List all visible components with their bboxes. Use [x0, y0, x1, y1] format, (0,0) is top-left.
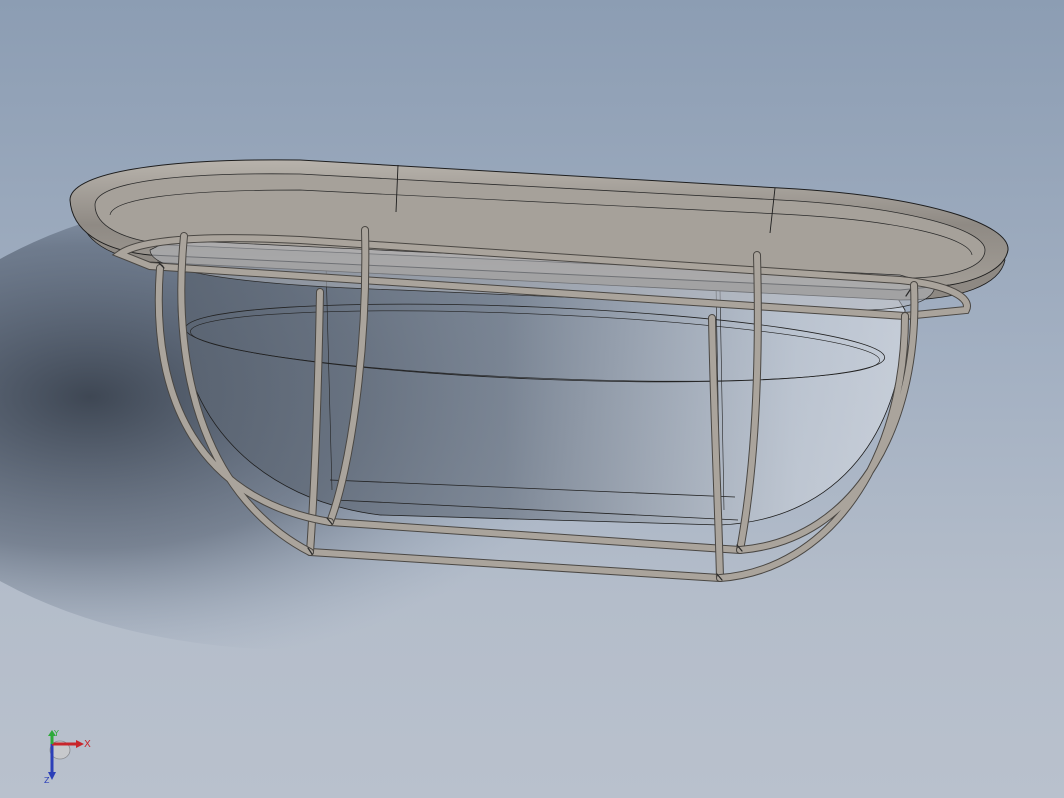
coordinate-triad[interactable]: X Y Z: [38, 728, 98, 784]
x-axis-label: X: [84, 739, 91, 750]
graphics-viewport[interactable]: X Y Z: [0, 0, 1064, 798]
z-axis-label: Z: [44, 776, 50, 784]
x-axis-head: [76, 740, 84, 748]
y-axis-label: Y: [53, 729, 59, 738]
lamp-fixture-model[interactable]: [0, 0, 1064, 798]
